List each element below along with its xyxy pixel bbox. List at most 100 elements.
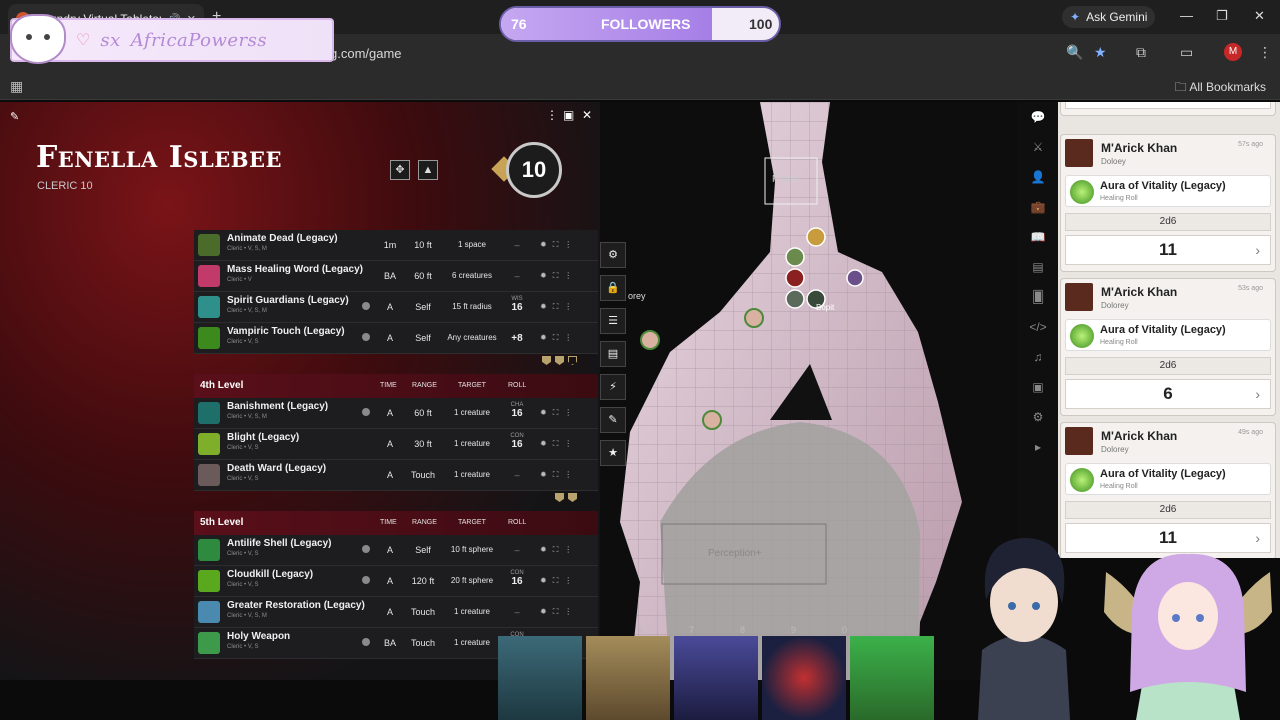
minimize-icon[interactable]: — [1180,8,1193,23]
spell-controls[interactable]: ✹⛶⋮ [540,333,578,343]
spell-row[interactable]: Death Ward (Legacy) Cleric • V, S A Touch 1 … [194,460,598,491]
spell-slots[interactable] [194,491,598,505]
spell-controls[interactable]: ✹⛶⋮ [540,607,578,617]
playlists-icon[interactable]: ♫ [1018,342,1058,372]
spell-icon[interactable] [198,464,220,486]
dice-formula[interactable]: 2d6 [1065,213,1271,231]
address-bar[interactable]: g.com/game [330,42,1090,66]
ask-gemini-button[interactable]: ✦ Ask Gemini [1062,6,1156,28]
spell-controls[interactable]: ✹⛶⋮ [540,271,578,281]
menu-kebab-icon[interactable]: ⋮ [1258,44,1272,61]
spell-icon[interactable] [198,296,220,318]
spell-level-header[interactable]: 5th Level TIME RANGE TARGET ROLL [194,511,598,535]
chat-icon[interactable]: 💬 [1018,102,1058,132]
actors-icon[interactable]: 👤 [1018,162,1058,192]
spell-slots[interactable] [194,354,598,368]
sheet-close-icon[interactable]: ✕ [582,108,592,122]
roll-value[interactable]: +8 [504,333,530,344]
scene-canvas[interactable]: Prone Bopit orey Perception+ 6 7 8 9 0 [600,102,1018,680]
player-camera[interactable] [850,636,934,720]
chat-log[interactable]: 7› M'Arick Khan Doloey 57s ago Aura of V… [1058,102,1280,558]
spell-icon[interactable] [198,601,220,623]
roll-value[interactable]: 16 [504,408,530,419]
item-card[interactable]: Aura of Vitality (Legacy) Healing Roll [1065,175,1271,207]
sheet-menu-icon[interactable]: ⋮ [546,108,558,122]
chevron-right-icon[interactable]: › [1255,380,1260,408]
compendium-icon[interactable]: ▣ [1018,372,1058,402]
sheet-edit-icon[interactable]: ✎ [10,110,19,123]
player-camera[interactable] [674,636,758,720]
star-icon[interactable]: ★ [600,440,626,466]
lightning-icon[interactable]: ⚡ [600,374,626,400]
journal-icon[interactable]: 📖 [1018,222,1058,252]
sheet-settings-icon[interactable]: ▣ [563,108,574,122]
spell-level-header[interactable]: 4th Level TIME RANGE TARGET ROLL [194,374,598,398]
camp-icon[interactable]: ▲ [418,160,438,180]
extensions-icon[interactable]: ⧉ [1136,44,1146,61]
item-card[interactable]: Aura of Vitality (Legacy) Healing Roll [1065,319,1271,351]
zoom-icon[interactable]: 🔍 [1066,44,1083,61]
spell-controls[interactable]: ✹⛶⋮ [540,408,578,418]
spell-row[interactable]: Spirit Guardians (Legacy) Cleric • V, S, … [194,292,598,323]
spell-icon[interactable] [198,632,220,654]
chevron-right-icon[interactable]: › [1255,524,1260,552]
list-icon[interactable]: ☰ [600,308,626,334]
spell-controls[interactable]: ✹⛶⋮ [540,240,578,250]
items-icon[interactable]: 💼 [1018,192,1058,222]
spell-icon[interactable] [198,539,220,561]
apps-grid-icon[interactable]: ▦ [10,78,23,95]
roll-total[interactable]: 6 › [1065,379,1271,409]
roll-value[interactable]: 16 [504,439,530,450]
roll-value[interactable]: 16 [504,302,530,313]
spell-controls[interactable]: ✹⛶⋮ [540,439,578,449]
spell-icon[interactable] [198,570,220,592]
roll-total[interactable]: 11 › [1065,235,1271,265]
cast-icon[interactable]: ▭ [1180,44,1193,61]
dice-formula[interactable]: 2d6 [1065,357,1271,375]
close-window-icon[interactable]: ✕ [1254,8,1265,24]
item-card[interactable]: Aura of Vitality (Legacy) Healing Roll [1065,463,1271,495]
spell-icon[interactable] [198,433,220,455]
macros-icon[interactable]: </> [1018,312,1058,342]
player-camera[interactable] [498,636,582,720]
chevron-right-icon[interactable]: › [1255,236,1260,264]
book-icon[interactable]: ▤ [600,341,626,367]
rest-icon[interactable]: ✥ [390,160,410,180]
lock-icon[interactable]: 🔒 [600,275,626,301]
spell-controls[interactable]: ✹⛶⋮ [540,545,578,555]
dice-formula[interactable]: 2d6 [1065,501,1271,519]
spell-row[interactable]: Cloudkill (Legacy) Cleric • V, S A 120 ft 20… [194,566,598,597]
chevron-right-icon[interactable]: › [1255,102,1260,108]
spell-row[interactable]: Greater Restoration (Legacy) Cleric • V, … [194,597,598,628]
spell-icon[interactable] [198,234,220,256]
spell-time: A [386,302,393,312]
spell-row[interactable]: Vampiric Touch (Legacy) Cleric • V, S A Sel… [194,323,598,354]
profile-avatar[interactable]: M [1224,43,1242,61]
spell-row[interactable]: Blight (Legacy) Cleric • V, S A 30 ft 1 crea… [194,429,598,460]
spell-row[interactable]: Mass Healing Word (Legacy) Cleric • V BA 60… [194,261,598,292]
spell-row[interactable]: Banishment (Legacy) Cleric • V, S, M A 60 f… [194,398,598,429]
cards-icon[interactable]: 🂠 [1018,282,1058,312]
spell-icon[interactable] [198,327,220,349]
tables-icon[interactable]: ▤ [1018,252,1058,282]
player-camera[interactable] [762,636,846,720]
spell-row[interactable]: Antilife Shell (Legacy) Cleric • V, S A Sel… [194,535,598,566]
roll-total[interactable]: 7› [1065,102,1271,109]
spell-controls[interactable]: ✹⛶⋮ [540,302,578,312]
roll-total[interactable]: 11 › [1065,523,1271,553]
spell-controls[interactable]: ✹⛶⋮ [540,470,578,480]
maximize-icon[interactable]: ❐ [1216,8,1228,24]
feather-icon[interactable]: ✎ [600,407,626,433]
collapse-icon[interactable]: ▸ [1018,432,1058,462]
spell-row[interactable]: Animate Dead (Legacy) Cleric • V, S, M 1m 1… [194,230,598,261]
spell-controls[interactable]: ✹⛶⋮ [540,576,578,586]
settings-icon[interactable]: ⚙ [1018,402,1058,432]
player-camera[interactable] [586,636,670,720]
all-bookmarks-button[interactable]: 🗀 All Bookmarks [1175,78,1266,99]
token-controls-icon[interactable]: ⚙ [600,242,626,268]
spell-icon[interactable] [198,265,220,287]
spell-icon[interactable] [198,402,220,424]
combat-icon[interactable]: ⚔ [1018,132,1058,162]
bookmark-star-icon[interactable]: ★ [1094,44,1107,61]
roll-value[interactable]: 16 [504,576,530,587]
